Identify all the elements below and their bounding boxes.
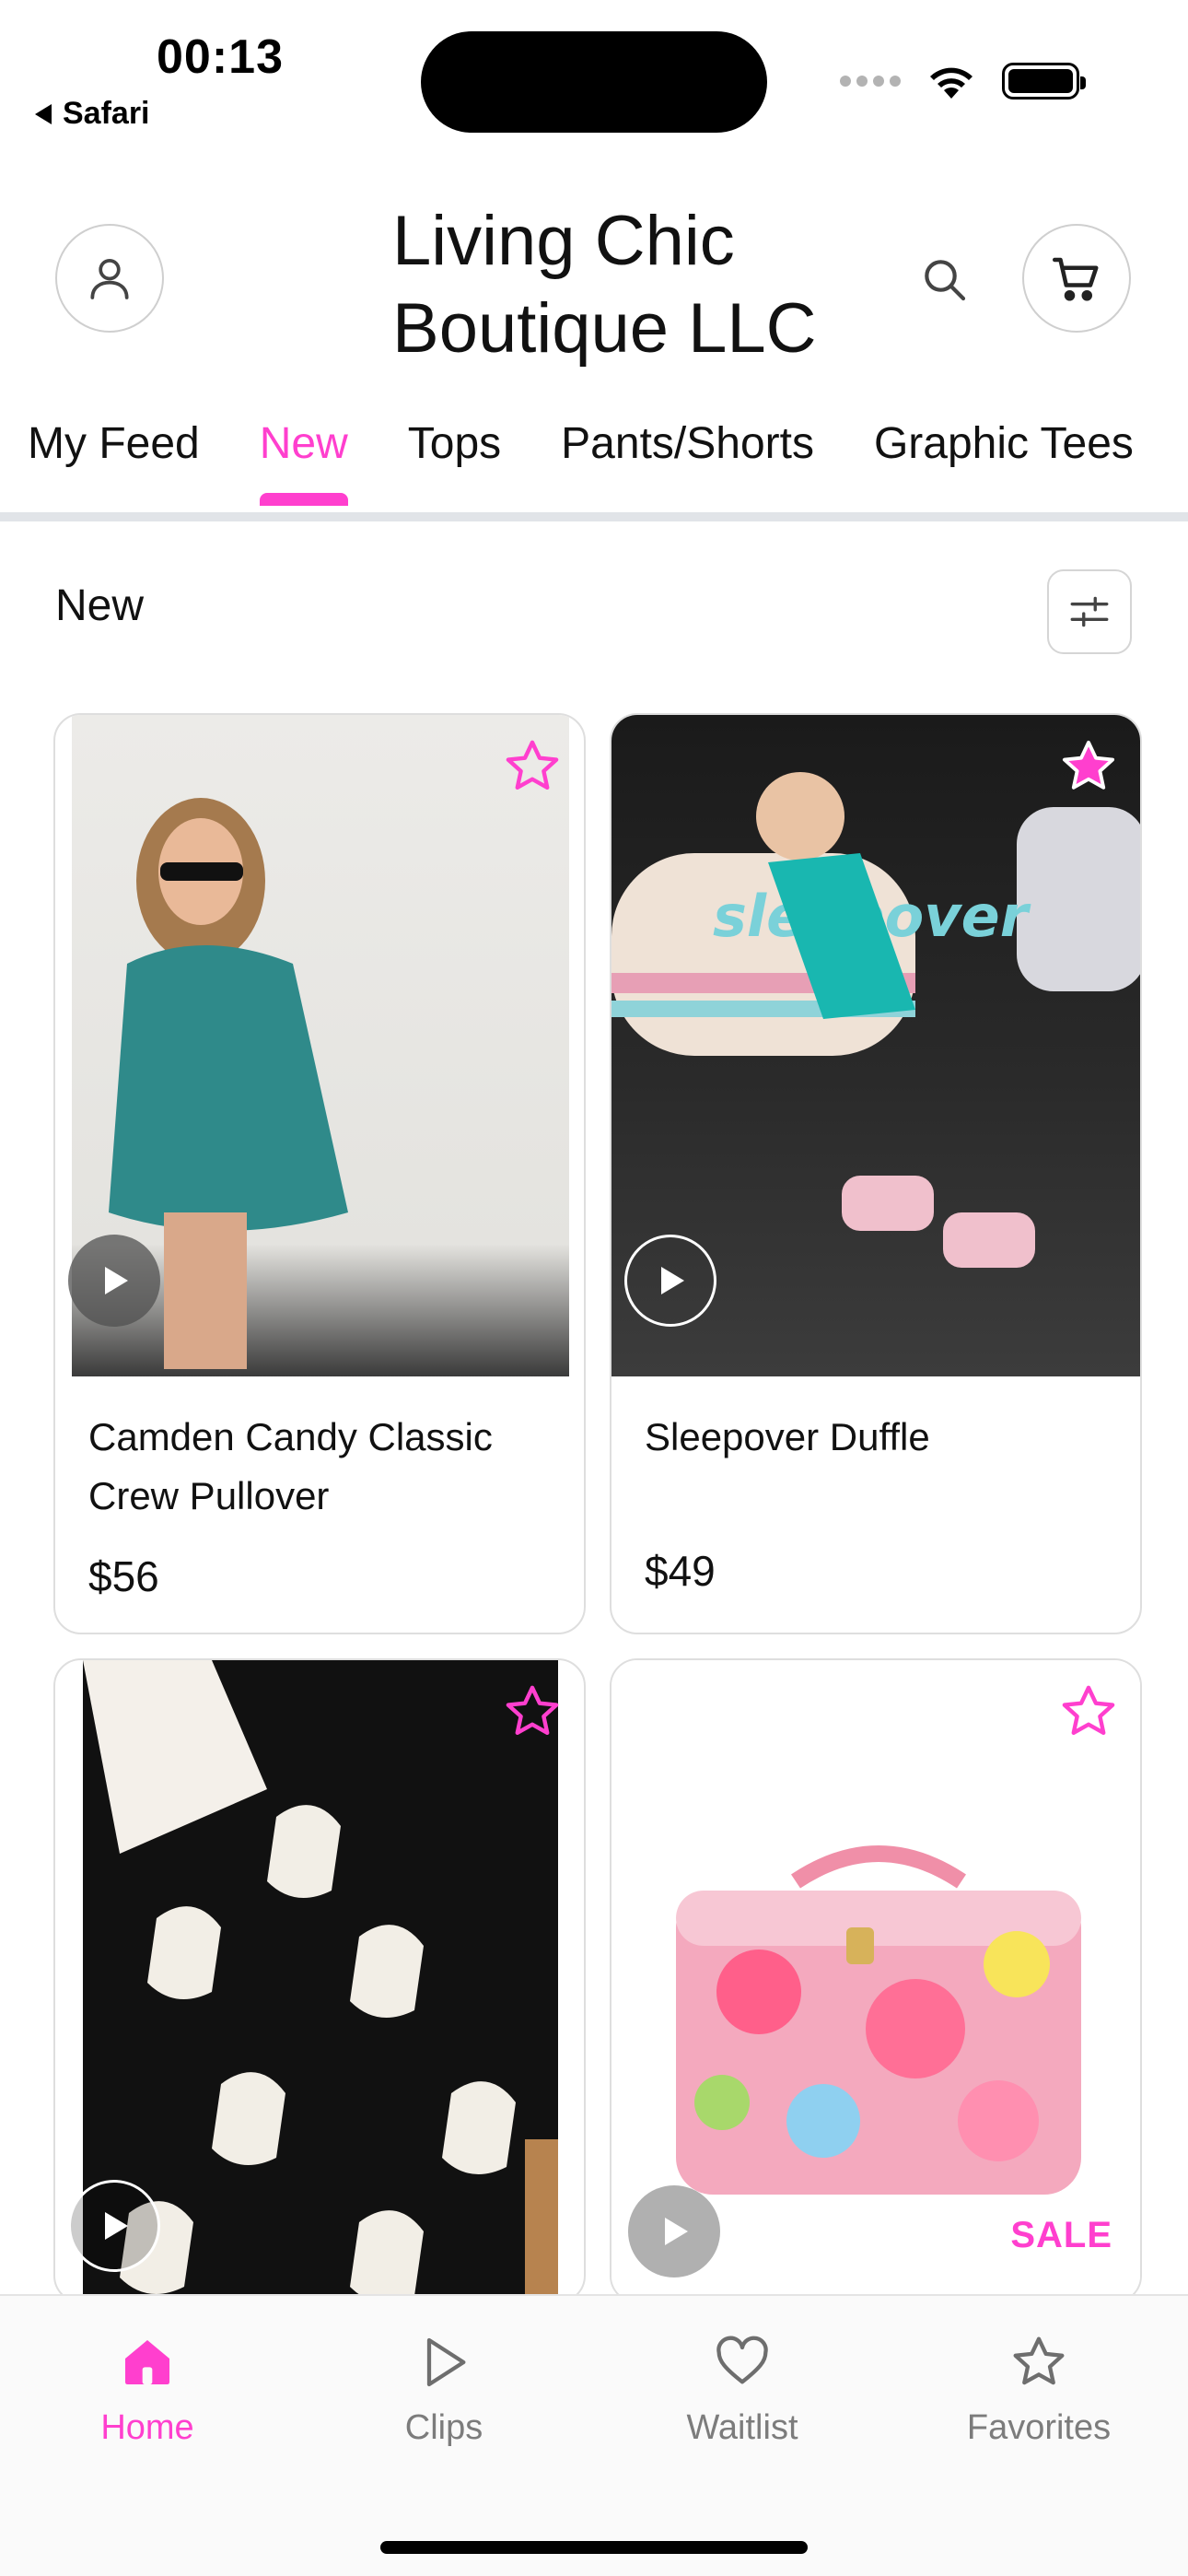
product-image[interactable]: [83, 1660, 558, 2301]
tab-my-feed[interactable]: My Feed: [28, 405, 200, 511]
bottom-navigation: Home Clips Waitlist Favorites: [0, 2294, 1188, 2576]
product-card[interactable]: SALE: [610, 1658, 1142, 2303]
nav-home-label: Home: [100, 2408, 194, 2447]
play-video-button[interactable]: [628, 2185, 720, 2277]
favorite-button[interactable]: [495, 730, 569, 803]
wifi-icon: [930, 67, 973, 99]
product-card[interactable]: Camden Candy Classic Crew Pullover $56: [53, 713, 586, 1634]
nav-home[interactable]: Home: [37, 2333, 258, 2448]
home-indicator: [380, 2541, 808, 2554]
star-filled-icon: [1062, 740, 1115, 790]
status-time: 00:13: [157, 30, 284, 84]
play-icon: [661, 1267, 684, 1294]
heart-icon: [716, 2336, 768, 2384]
play-video-button[interactable]: [68, 1235, 160, 1327]
nav-favorites[interactable]: Favorites: [928, 2333, 1149, 2448]
play-video-button[interactable]: [624, 1235, 716, 1327]
nav-clips[interactable]: Clips: [333, 2333, 554, 2448]
search-icon: [925, 260, 966, 301]
sale-badge: SALE: [1010, 2215, 1112, 2255]
product-name: Sleepover Duffle: [645, 1415, 930, 1458]
battery-icon: [1002, 63, 1086, 100]
category-tabs: My Feed New Tops Pants/Shorts Graphic Te…: [0, 405, 1188, 516]
star-outline-icon: [506, 1685, 559, 1736]
cart-button[interactable]: [1022, 224, 1131, 333]
profile-button[interactable]: [55, 224, 164, 333]
product-card[interactable]: sleepover Sleepover Duffle $49: [610, 713, 1142, 1634]
play-icon: [105, 2212, 128, 2240]
filter-sliders-icon: [1070, 596, 1109, 627]
home-icon: [125, 2340, 169, 2384]
back-app-label: Safari: [63, 96, 150, 131]
nav-clips-label: Clips: [404, 2408, 483, 2447]
star-icon: [1013, 2336, 1065, 2385]
user-icon: [90, 259, 129, 299]
product-price: $56: [88, 1552, 159, 1600]
tab-pants-shorts[interactable]: Pants/Shorts: [561, 405, 814, 511]
star-outline-icon: [1062, 1685, 1115, 1736]
favorite-button[interactable]: [1052, 730, 1125, 803]
favorite-button[interactable]: [495, 1675, 569, 1749]
product-name: Camden Candy Classic Crew Pullover: [88, 1415, 493, 1517]
play-video-button[interactable]: [68, 2180, 160, 2272]
tab-tops[interactable]: Tops: [408, 405, 501, 511]
product-card[interactable]: [53, 1658, 586, 2303]
nav-waitlist[interactable]: Waitlist: [632, 2333, 853, 2448]
nav-waitlist-label: Waitlist: [686, 2408, 798, 2447]
nav-favorites-label: Favorites: [966, 2408, 1112, 2447]
back-arrow-icon: [35, 103, 52, 124]
play-icon: [665, 2218, 688, 2245]
tab-new[interactable]: New: [259, 405, 348, 511]
section-title: New: [55, 581, 145, 630]
filter-button[interactable]: [1047, 569, 1132, 654]
play-icon: [426, 2337, 466, 2387]
search-button[interactable]: [912, 247, 976, 311]
product-price: $49: [645, 1547, 716, 1595]
tabs-divider: [0, 512, 1188, 521]
star-outline-icon: [506, 740, 559, 790]
favorite-button[interactable]: [1052, 1675, 1125, 1749]
signal-icon: [840, 76, 901, 87]
dynamic-island: [421, 31, 767, 133]
status-icons: [840, 55, 1086, 107]
back-to-app[interactable]: Safari: [35, 96, 150, 132]
store-name: Living Chic Boutique LLC: [392, 202, 817, 368]
tab-graphic-tees[interactable]: Graphic Tees: [874, 405, 1134, 511]
play-icon: [105, 1267, 128, 1294]
cart-icon: [1053, 257, 1099, 301]
